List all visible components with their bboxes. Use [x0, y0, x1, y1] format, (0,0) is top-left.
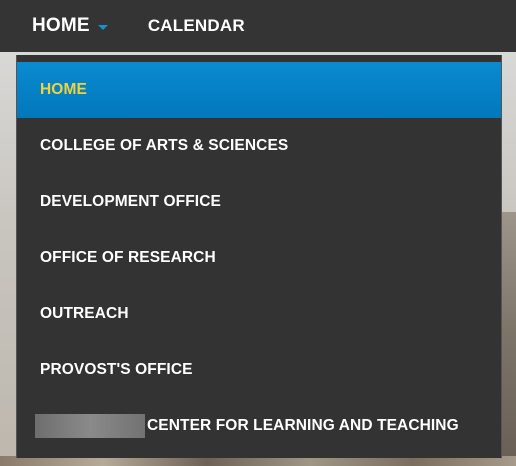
nav-home-button[interactable]: HOME	[0, 0, 108, 52]
home-dropdown-menu: HOME COLLEGE OF ARTS & SCIENCES DEVELOPM…	[16, 55, 502, 458]
top-navigation: HOME CALENDAR	[0, 0, 516, 52]
menu-item-label: CENTER FOR LEARNING AND TEACHING	[147, 417, 459, 434]
menu-item-center-for-learning-and-teaching[interactable]: CENTER FOR LEARNING AND TEACHING	[17, 398, 501, 454]
menu-item-label: HOME	[40, 81, 87, 98]
nav-calendar-label: CALENDAR	[147, 16, 245, 35]
menu-item-label: COLLEGE OF ARTS & SCIENCES	[40, 137, 289, 154]
menu-item-provosts-office[interactable]: PROVOST'S OFFICE	[17, 342, 501, 398]
redacted-block	[35, 414, 145, 438]
menu-item-label: OFFICE OF RESEARCH	[40, 249, 216, 266]
menu-item-college-of-arts-sciences[interactable]: COLLEGE OF ARTS & SCIENCES	[17, 118, 501, 174]
chevron-down-icon	[97, 25, 108, 30]
menu-item-label: PROVOST'S OFFICE	[40, 361, 193, 378]
background-photo-right	[500, 212, 516, 456]
menu-item-home[interactable]: HOME	[17, 62, 501, 118]
menu-item-label: DEVELOPMENT OFFICE	[40, 193, 221, 210]
menu-item-office-of-research[interactable]: OFFICE OF RESEARCH	[17, 230, 501, 286]
menu-item-development-office[interactable]: DEVELOPMENT OFFICE	[17, 174, 501, 230]
menu-item-outreach[interactable]: OUTREACH	[17, 286, 501, 342]
nav-calendar-link[interactable]: CALENDAR	[148, 0, 245, 52]
nav-home-label: HOME	[32, 15, 90, 36]
menu-item-label: OUTREACH	[40, 305, 129, 322]
